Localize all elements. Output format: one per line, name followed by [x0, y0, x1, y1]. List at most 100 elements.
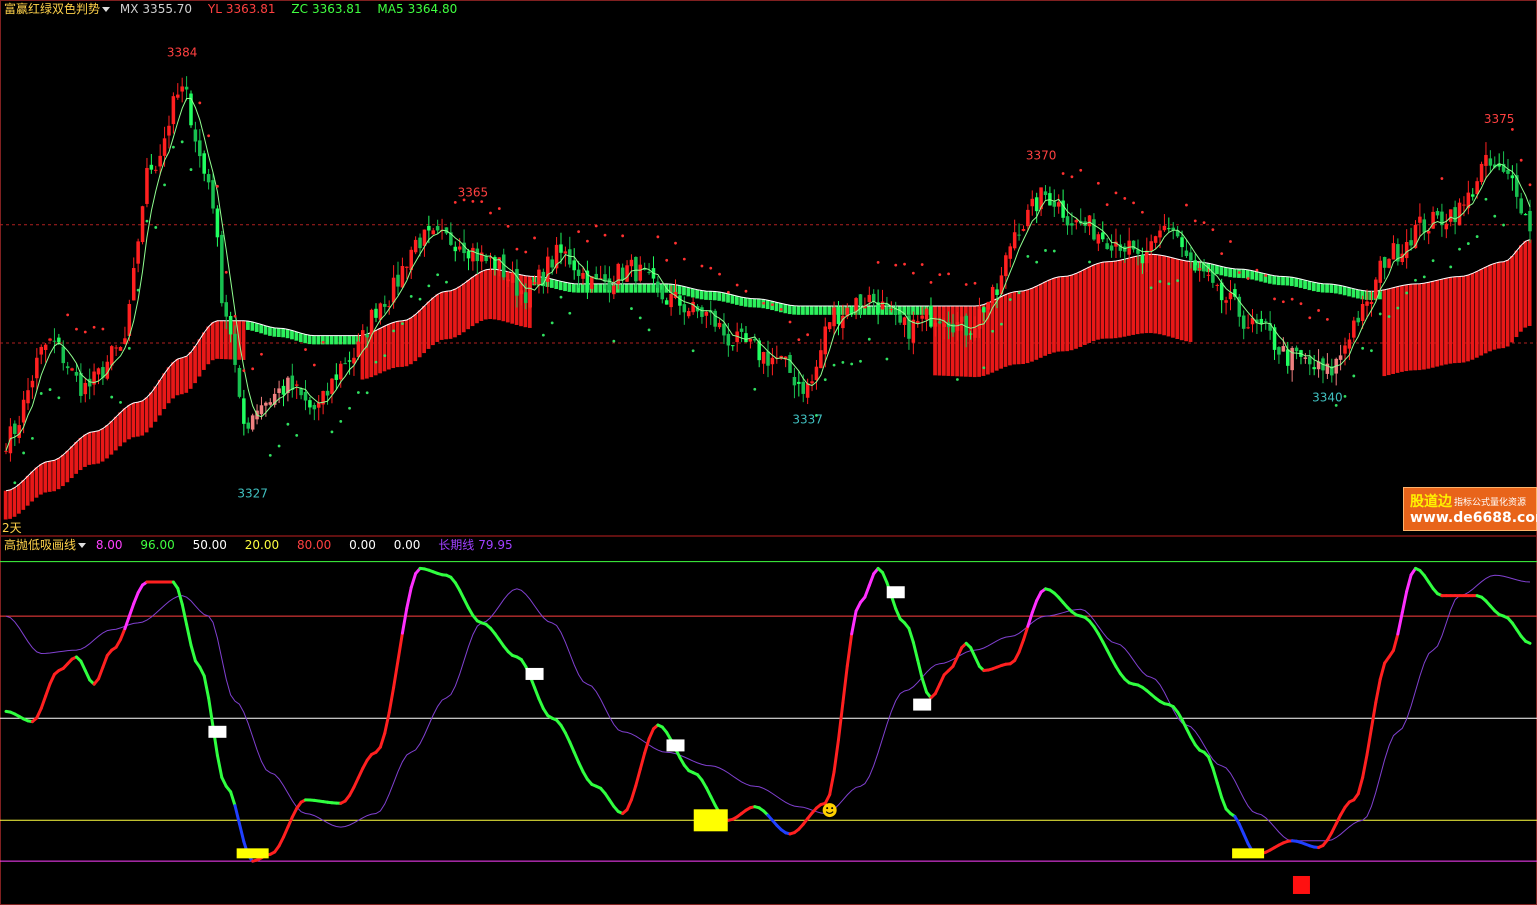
- candle-body: [1360, 304, 1365, 321]
- candle-body: [920, 315, 924, 319]
- candle-body: [1435, 211, 1440, 216]
- band-bar-red: [1104, 261, 1109, 339]
- band-bar-red: [1008, 292, 1012, 366]
- band-bar-red: [87, 432, 92, 465]
- band-bar-green: [294, 331, 299, 341]
- sar-dot: [603, 233, 607, 237]
- sar-dot: [1510, 128, 1514, 131]
- band-bar-green: [734, 296, 739, 305]
- band-bar-green: [1298, 279, 1303, 288]
- candle-body: [770, 357, 775, 365]
- sar-dot: [1334, 404, 1338, 407]
- sar-dot: [1132, 201, 1135, 205]
- band-bar-green: [695, 289, 700, 299]
- candle-body: [431, 230, 436, 235]
- band-bar-red: [994, 298, 999, 371]
- band-bar-red: [118, 412, 123, 447]
- candle-body: [198, 140, 202, 157]
- candle-body: [1096, 234, 1101, 244]
- band-bar-green: [558, 281, 563, 291]
- band-bar-green: [263, 325, 268, 335]
- short-line-segment: [1017, 638, 1025, 654]
- sar-dot: [489, 211, 492, 215]
- short-line-segment: [916, 658, 924, 680]
- band-bar-green: [1325, 283, 1329, 293]
- sar-dot: [1229, 240, 1232, 243]
- price-indicator-chart[interactable]: 3384 3327 3365 3337 3370 3340 3375: [0, 0, 1537, 905]
- candle-body: [810, 381, 814, 384]
- sar-dot: [1158, 280, 1162, 283]
- candle-body: [453, 246, 458, 252]
- candle-body: [312, 404, 317, 410]
- bottom-indicator-name[interactable]: 高抛低吸画线: [4, 538, 76, 552]
- sar-dot: [1299, 302, 1303, 306]
- band-bar-red: [1122, 259, 1127, 337]
- candle-body: [858, 294, 863, 306]
- band-bar-red: [475, 273, 479, 324]
- candle-body: [1281, 346, 1286, 352]
- band-bar-red: [1466, 274, 1470, 362]
- band-bar-red: [470, 276, 475, 327]
- candle-body: [400, 265, 405, 288]
- sar-dot: [1061, 172, 1065, 175]
- sar-dot: [356, 391, 360, 394]
- candle-body: [902, 317, 907, 325]
- candle-body: [686, 311, 691, 317]
- candle-body: [1479, 163, 1484, 183]
- candle-body: [1409, 240, 1413, 246]
- band-bar-green: [1254, 271, 1259, 281]
- chevron-down-icon[interactable]: [102, 7, 111, 12]
- candle-body: [220, 234, 224, 304]
- candle-body: [722, 323, 726, 336]
- candle-body: [1382, 256, 1387, 268]
- candle-body: [854, 298, 858, 312]
- band-bar-green: [646, 283, 651, 293]
- candle-body: [1338, 355, 1343, 360]
- band-bar-green: [1316, 283, 1321, 292]
- candle-body: [748, 338, 753, 342]
- candle-body: [1475, 181, 1479, 195]
- band-bar-green: [743, 297, 748, 307]
- sar-dot: [1070, 175, 1074, 179]
- sar-dot: [418, 297, 422, 301]
- band-bar-red: [193, 346, 197, 384]
- sell-marker: [666, 739, 685, 752]
- band-bar-red: [488, 269, 493, 320]
- band-bar-red: [215, 320, 219, 359]
- sar-dot: [876, 260, 880, 264]
- candle-body: [924, 308, 929, 320]
- candle-body: [43, 344, 48, 350]
- peak-label: 3370: [1026, 149, 1057, 163]
- candle-body: [590, 276, 594, 289]
- short-line-segment: [933, 682, 942, 696]
- band-bar-green: [867, 306, 871, 315]
- band-bar-green: [1311, 282, 1316, 292]
- sar-dot: [39, 392, 43, 395]
- candle-body: [1528, 210, 1532, 232]
- short-line-segment: [867, 572, 876, 587]
- candle-body: [180, 86, 184, 92]
- sar-dot: [171, 145, 175, 149]
- band-bar-red: [17, 484, 21, 514]
- chevron-down-icon[interactable]: [78, 543, 87, 548]
- band-bar-red: [417, 310, 422, 358]
- band-bar-green: [620, 283, 625, 293]
- sar-dot: [427, 284, 431, 288]
- sar-dot: [788, 320, 792, 324]
- candle-body: [4, 450, 8, 452]
- band-bar-green: [246, 321, 250, 330]
- candle-body: [206, 174, 211, 183]
- short-line-segment: [836, 701, 845, 742]
- top-indicator-name[interactable]: 富赢红绿双色判势: [4, 2, 100, 16]
- sar-dot: [859, 359, 862, 363]
- short-line-segment: [286, 815, 294, 829]
- short-line-segment: [951, 655, 959, 668]
- candle-body: [422, 229, 427, 246]
- band-bar-green: [642, 283, 647, 293]
- band-bar-red: [461, 283, 466, 333]
- sar-dot: [744, 289, 748, 293]
- candle-body: [625, 265, 629, 282]
- sar-dot: [1220, 252, 1224, 255]
- band-bar-red: [1505, 260, 1510, 347]
- band-bar-red: [1448, 277, 1453, 364]
